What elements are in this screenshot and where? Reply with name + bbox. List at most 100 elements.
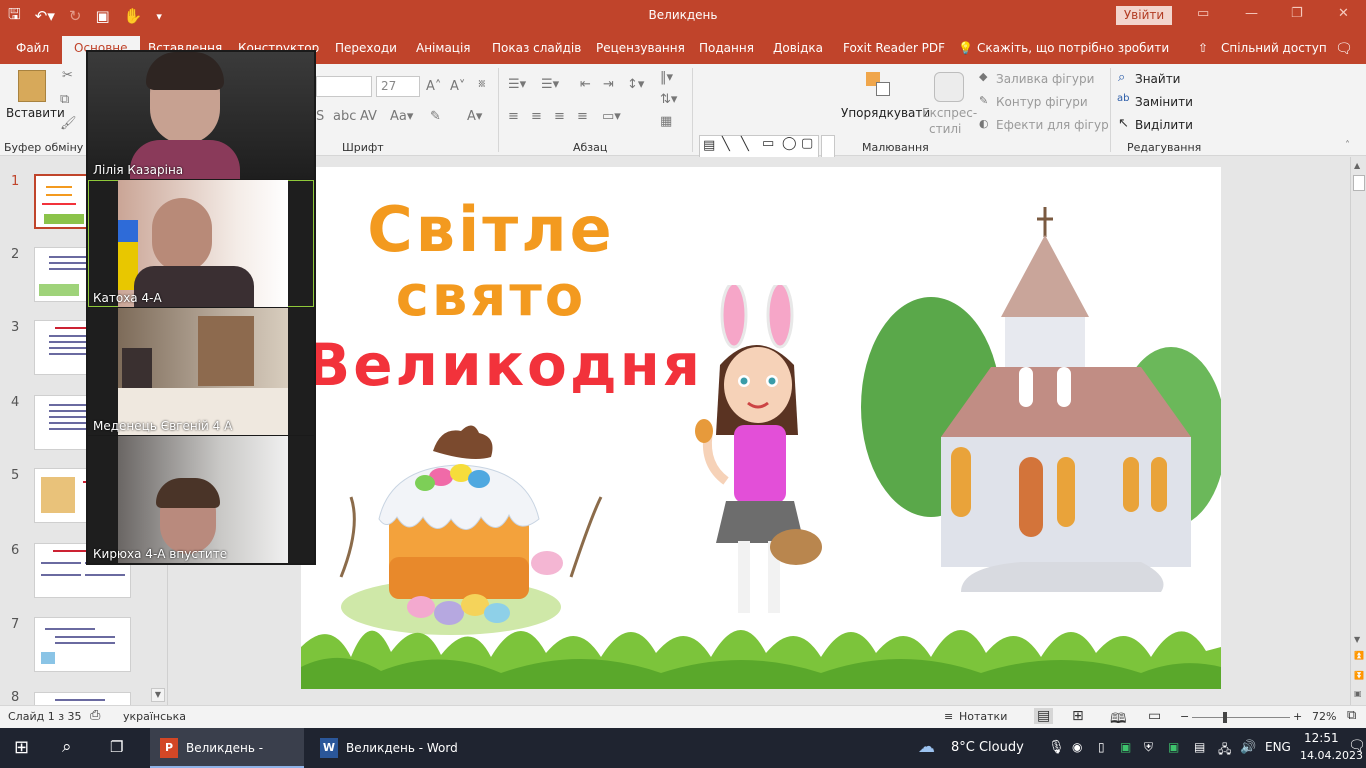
paste-icon[interactable] [18,70,46,102]
smartart-icon[interactable]: ▦ [660,114,672,129]
app-tray-icon-2[interactable]: ▣ [1168,740,1179,754]
align-text-icon[interactable]: ▭▾ [602,109,621,124]
accessibility-check-icon[interactable]: ⎙ [90,708,100,723]
font-color-icon[interactable]: A▾ [467,109,482,124]
shrink-font-icon[interactable]: A˅ [450,79,465,94]
numbering-icon[interactable]: ☰▾ [541,77,559,92]
video-tile[interactable]: Меденець Євгеній 4 А [88,308,314,435]
shape-fill-button[interactable]: Заливка фігури [996,72,1094,86]
tab-foxit-reader-pdf[interactable]: Foxit Reader PDF [843,41,945,55]
scroll-thumb[interactable] [1353,175,1365,191]
usb-device-icon[interactable]: ▯ [1098,740,1105,754]
next-slide-icon[interactable]: ⏬ [1354,671,1364,680]
quick-styles-icon[interactable] [934,72,964,102]
thumbs-scroll-down-icon[interactable]: ▼ [151,688,165,702]
tab-slideshow[interactable]: Показ слайдів [492,41,581,55]
justify-icon[interactable]: ≡ [577,109,588,124]
font-size-combo[interactable]: 27 [376,76,420,97]
tab-help[interactable]: Довідка [773,41,823,55]
clear-formatting-icon[interactable]: ␧ [478,77,486,92]
notes-button[interactable]: Нотатки [959,710,1007,723]
shape-outline-button[interactable]: Контур фігури [996,95,1088,109]
comments-icon[interactable]: 🗨 [1335,41,1353,57]
security-shield-icon[interactable]: ⛨ [1144,740,1153,755]
align-left-icon[interactable]: ≡ [508,109,519,124]
maximize-icon[interactable]: ❐ [1291,6,1303,21]
grow-font-icon[interactable]: A˄ [426,79,441,94]
zoom-out-icon[interactable]: − [1180,710,1189,723]
notifications-icon[interactable]: 🗨 [1348,738,1366,754]
text-direction-icon[interactable]: ⇅▾ [660,92,677,107]
decrease-indent-icon[interactable]: ⇤ [580,77,591,92]
close-icon[interactable]: ✕ [1338,6,1349,21]
windows-start-icon[interactable]: ⊞ [14,737,29,768]
highlight-icon[interactable]: ✎ [430,109,441,124]
language-status[interactable]: українська [123,710,186,723]
task-view-icon[interactable]: ❐ [110,738,123,768]
bullets-icon[interactable]: ☰▾ [508,77,526,92]
keyboard-language[interactable]: ENG [1265,740,1291,754]
video-tile[interactable]: Лілія Казаріна [88,52,314,179]
slide-vertical-scrollbar[interactable]: ▲ ▼ ⏫ ⏬ ▣ [1350,157,1366,705]
tab-review[interactable]: Рецензування [596,41,685,55]
slide-thumbnail[interactable] [34,617,131,672]
arrange-icon[interactable] [866,72,892,100]
align-center-icon[interactable]: ≡ [531,109,542,124]
tab-view[interactable]: Подання [699,41,754,55]
network-icon[interactable]: 🖧 [1218,740,1231,761]
taskbar-app-word[interactable]: W Великдень - Word [310,728,460,768]
slide-title-line-2[interactable]: свято [341,265,641,329]
slide-canvas[interactable]: Світле свято Великодня [301,167,1221,689]
character-spacing-icon[interactable]: AV [360,109,377,124]
ribbon-display-options-icon[interactable]: ▭ [1197,6,1209,21]
weather-text[interactable]: 8°C Cloudy [951,740,1024,755]
video-tile[interactable]: Кирюха 4-А впустите [88,436,314,563]
fit-slide-icon[interactable]: ▣ [1354,689,1362,698]
scroll-up-icon[interactable]: ▲ [1354,161,1360,170]
signin-button[interactable]: Увійти [1116,6,1172,25]
display-icon[interactable]: ▤ [1194,740,1205,754]
zoom-level[interactable]: 72% [1312,710,1336,723]
tell-me-search[interactable]: Скажіть, що потрібно зробити [977,41,1169,55]
select-button[interactable]: Виділити [1135,118,1193,132]
cut-icon[interactable]: ✂ [62,68,73,83]
tab-file[interactable]: Файл [16,41,49,55]
microphone-icon[interactable]: 🎙 [1048,740,1065,755]
zoom-slider[interactable] [1192,717,1290,718]
arrange-button[interactable]: Упорядкувати [841,106,930,120]
collapse-ribbon-icon[interactable]: ˄ [1345,140,1350,151]
search-icon[interactable]: ⌕ [62,737,72,768]
find-button[interactable]: Знайти [1135,72,1180,86]
align-right-icon[interactable]: ≡ [554,109,565,124]
shape-effects-button[interactable]: Ефекти для фігур [996,118,1109,132]
zoom-slider-thumb[interactable] [1223,712,1227,723]
fit-to-window-icon[interactable]: ⧉ [1347,708,1356,723]
replace-button[interactable]: Замінити [1135,95,1193,109]
tab-animations[interactable]: Анімація [416,41,471,55]
share-button[interactable]: Спільний доступ [1221,41,1327,55]
quick-styles-label-1[interactable]: Експрес- [922,106,977,120]
copy-icon[interactable]: ⧉ [60,92,69,107]
app-tray-icon-1[interactable]: ▣ [1120,740,1131,754]
slideshow-icon[interactable]: ▭ [1148,708,1161,724]
zoom-app-icon[interactable]: ◉ [1072,740,1082,754]
volume-icon[interactable]: 🔊 [1240,740,1256,755]
columns-icon[interactable]: ‖▾ [660,70,673,85]
clock-time[interactable]: 12:51 [1304,731,1339,745]
slide-title-line-3[interactable]: Великодня [306,331,700,399]
font-name-combo[interactable] [316,76,372,97]
taskbar-app-powerpoint[interactable]: P Великдень - Power... [150,728,304,768]
zoom-in-icon[interactable]: + [1293,710,1302,723]
quick-styles-label-2[interactable]: стилі [929,122,961,136]
shadow-icon[interactable]: S [316,109,324,124]
video-tile-active-speaker[interactable]: Катоха 4-А [88,180,314,307]
line-spacing-icon[interactable]: ↕▾ [627,77,644,92]
video-call-gallery[interactable]: Лілія Казаріна Катоха 4-А Меденець Євген… [86,50,316,565]
strikethrough-icon[interactable]: abc [333,109,356,124]
increase-indent-icon[interactable]: ⇥ [603,77,614,92]
normal-view-icon[interactable]: ▤ [1034,708,1054,724]
change-case-icon[interactable]: Aa▾ [390,109,413,124]
slide-thumbnail[interactable] [34,692,131,705]
cloudy-weather-icon[interactable]: ☁ [918,737,935,757]
share-icon[interactable]: ⇧ [1198,41,1208,55]
